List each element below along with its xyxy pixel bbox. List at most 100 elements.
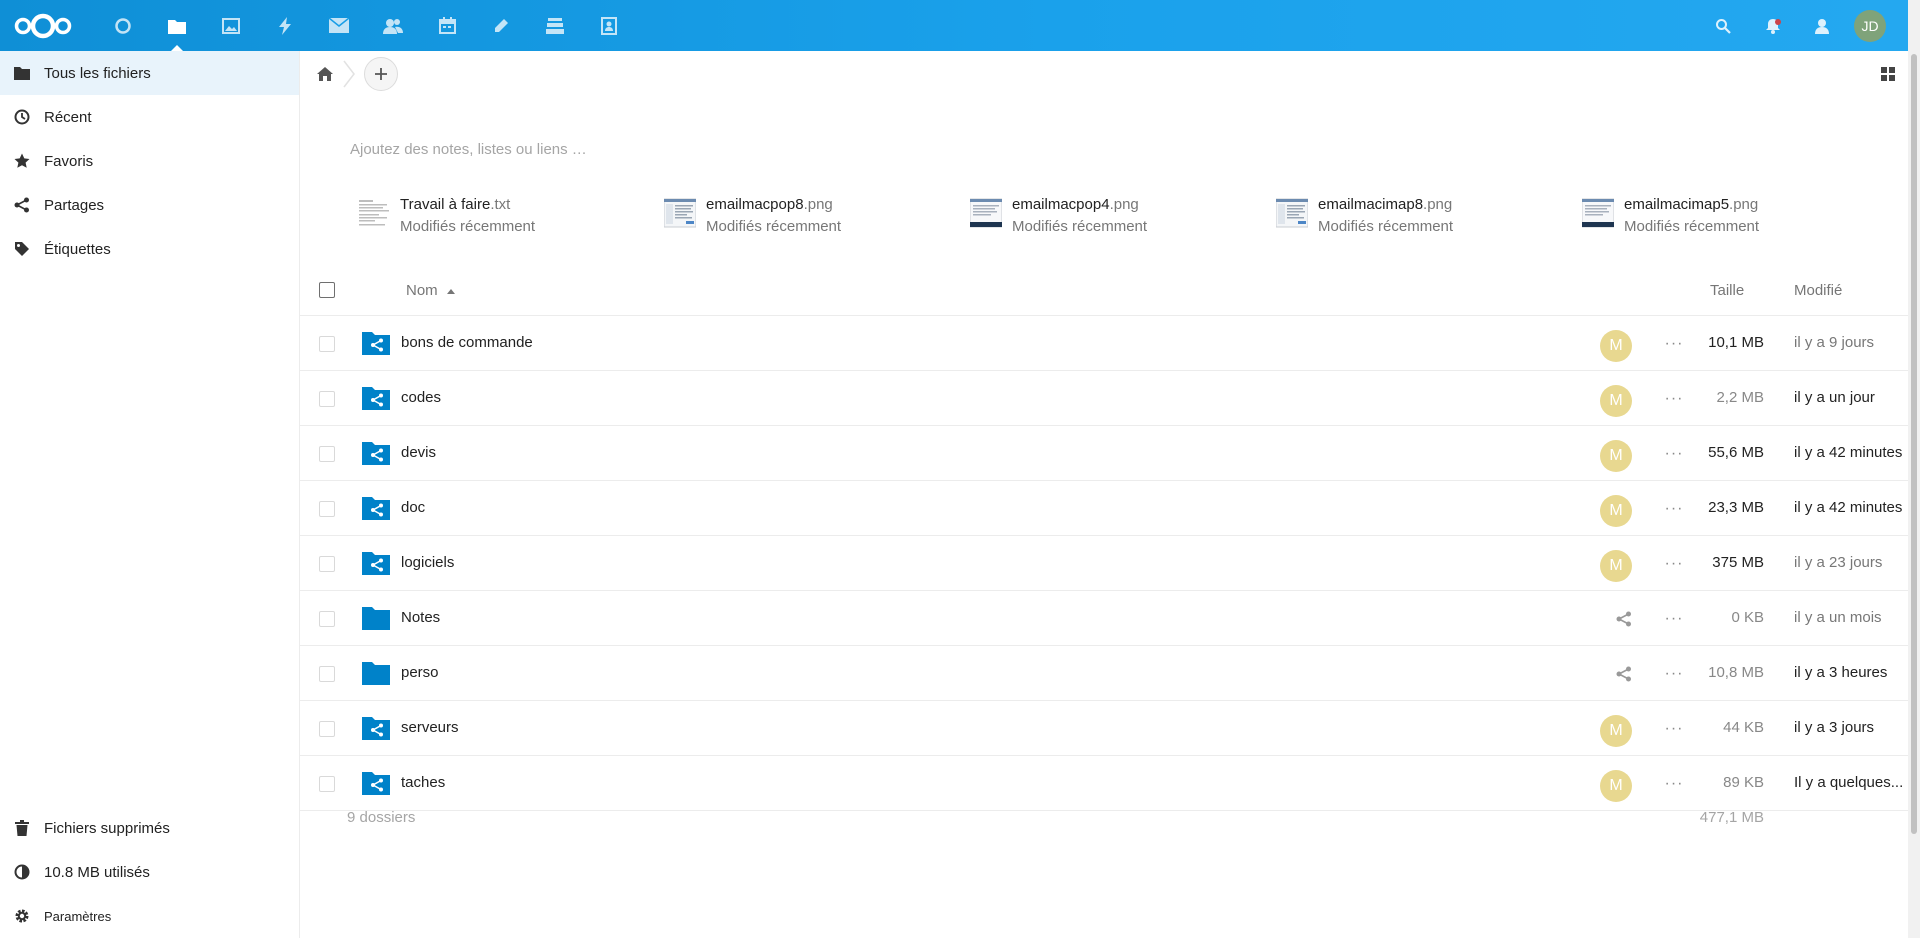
column-header-name[interactable]: Nom [406, 282, 455, 299]
file-name[interactable]: perso [401, 664, 439, 681]
more-actions-icon[interactable]: ··· [1664, 444, 1684, 464]
table-row[interactable]: codes M ··· 2,2 MB il y a un jour [300, 371, 1908, 426]
table-row[interactable]: bons de commande M ··· 10,1 MB il y a 9 jour… [300, 316, 1908, 371]
image-thumbnail-icon [1582, 197, 1614, 229]
file-size: 23,3 MB [1708, 499, 1764, 516]
home-icon[interactable] [314, 63, 336, 85]
sidebar-item-quota[interactable]: 10.8 MB utilisés [0, 850, 299, 894]
nextcloud-logo-icon[interactable] [13, 8, 73, 44]
row-checkbox[interactable] [319, 336, 335, 352]
page-scrollbar[interactable] [1908, 0, 1920, 938]
row-checkbox[interactable] [319, 556, 335, 572]
row-checkbox[interactable] [319, 391, 335, 407]
more-actions-icon[interactable]: ··· [1664, 774, 1684, 794]
file-modified: Il y a quelques... [1794, 774, 1904, 791]
more-actions-icon[interactable]: ··· [1664, 664, 1684, 684]
share-owner-avatar[interactable]: M [1600, 385, 1632, 417]
folder-notes-input[interactable] [350, 141, 950, 158]
user-avatar[interactable]: JD [1854, 9, 1886, 42]
sidebar-item-tags[interactable]: Étiquettes [0, 227, 299, 271]
file-modified: il y a un jour [1794, 389, 1875, 406]
contacts-book-app-icon[interactable] [582, 0, 636, 51]
search-icon[interactable] [1698, 0, 1748, 51]
file-size: 375 MB [1712, 554, 1764, 571]
file-name[interactable]: devis [401, 444, 436, 461]
sidebar-footer: Fichiers supprimés 10.8 MB utilisés Para… [0, 806, 299, 938]
column-header-size[interactable]: Taille [1710, 282, 1744, 299]
file-list-header: Nom Taille Modifié [300, 268, 1908, 316]
files-app-icon[interactable] [150, 0, 204, 51]
recent-file-ext: .png [803, 196, 833, 213]
share-owner-avatar[interactable]: M [1600, 550, 1632, 582]
row-checkbox[interactable] [319, 501, 335, 517]
share-owner-avatar[interactable]: M [1600, 715, 1632, 747]
more-actions-icon[interactable]: ··· [1664, 609, 1684, 629]
scrollbar-thumb[interactable] [1911, 54, 1917, 834]
share-icon[interactable] [1616, 666, 1632, 682]
notifications-bell-icon[interactable] [1748, 0, 1798, 51]
shared-folder-icon [362, 771, 390, 795]
calendar-app-icon[interactable] [420, 0, 474, 51]
table-row[interactable]: perso ··· 10,8 MB il y a 3 heures [300, 646, 1908, 701]
more-actions-icon[interactable]: ··· [1664, 389, 1684, 409]
shared-folder-icon [362, 386, 390, 410]
file-name[interactable]: doc [401, 499, 425, 516]
recent-file-ext: .txt [490, 196, 511, 213]
row-checkbox[interactable] [319, 446, 335, 462]
more-actions-icon[interactable]: ··· [1664, 554, 1684, 574]
file-list: bons de commande M ··· 10,1 MB il y a 9 jour… [300, 316, 1908, 811]
share-owner-avatar[interactable]: M [1600, 440, 1632, 472]
sidebar-item-settings[interactable]: Paramètres [0, 894, 299, 938]
recent-file-item[interactable]: emailmacpop4.png Modifiés récemment [970, 194, 1276, 238]
deck-app-icon[interactable] [528, 0, 582, 51]
table-row[interactable]: Notes ··· 0 KB il y a un mois [300, 591, 1908, 646]
sidebar-item-deleted-files[interactable]: Fichiers supprimés [0, 806, 299, 850]
file-name[interactable]: Notes [401, 609, 440, 626]
share-owner-avatar[interactable]: M [1600, 770, 1632, 802]
share-icon[interactable] [1616, 611, 1632, 627]
share-owner-avatar[interactable]: M [1600, 495, 1632, 527]
add-new-button[interactable] [364, 57, 398, 91]
notes-app-icon[interactable] [474, 0, 528, 51]
share-owner-avatar[interactable]: M [1600, 330, 1632, 362]
row-checkbox[interactable] [319, 666, 335, 682]
row-checkbox[interactable] [319, 721, 335, 737]
mail-app-icon[interactable] [312, 0, 366, 51]
recent-file-item[interactable]: emailmacimap8.png Modifiés récemment [1276, 194, 1582, 238]
file-name[interactable]: codes [401, 389, 441, 406]
sort-ascending-icon [446, 288, 455, 294]
recent-file-item[interactable]: emailmacimap5.png Modifiés récemment [1582, 194, 1888, 238]
dashboard-app-icon[interactable] [96, 0, 150, 51]
more-actions-icon[interactable]: ··· [1664, 719, 1684, 739]
file-size: 89 KB [1723, 774, 1764, 791]
table-row[interactable]: doc M ··· 23,3 MB il y a 42 minutes [300, 481, 1908, 536]
row-checkbox[interactable] [319, 776, 335, 792]
table-row[interactable]: taches M ··· 89 KB Il y a quelques... [300, 756, 1908, 811]
file-name[interactable]: logiciels [401, 554, 454, 571]
activity-app-icon[interactable] [258, 0, 312, 51]
sidebar-item-all-files[interactable]: Tous les fichiers [0, 51, 299, 95]
file-name[interactable]: bons de commande [401, 334, 533, 351]
file-modified: il y a 9 jours [1794, 334, 1875, 351]
recent-file-item[interactable]: Travail à faire.txt Modifiés récemment [358, 194, 664, 238]
sidebar-item-recent[interactable]: Récent [0, 95, 299, 139]
table-row[interactable]: serveurs M ··· 44 KB il y a 3 jours [300, 701, 1908, 756]
column-header-modified[interactable]: Modifié [1794, 282, 1842, 299]
table-row[interactable]: logiciels M ··· 375 MB il y a 23 jours [300, 536, 1908, 591]
photos-app-icon[interactable] [204, 0, 258, 51]
contacts-menu-icon[interactable] [1798, 0, 1848, 51]
table-row[interactable]: devis M ··· 55,6 MB il y a 42 minutes [300, 426, 1908, 481]
select-all-checkbox[interactable] [319, 282, 335, 298]
file-modified: il y a 42 minutes [1794, 499, 1903, 516]
sidebar-item-shares[interactable]: Partages [0, 183, 299, 227]
grid-view-toggle-icon[interactable] [1878, 64, 1898, 84]
more-actions-icon[interactable]: ··· [1664, 499, 1684, 519]
more-actions-icon[interactable]: ··· [1664, 334, 1684, 354]
file-name[interactable]: serveurs [401, 719, 459, 736]
row-checkbox[interactable] [319, 611, 335, 627]
recent-file-item[interactable]: emailmacpop8.png Modifiés récemment [664, 194, 970, 238]
app-menu [96, 0, 636, 51]
sidebar-item-favorites[interactable]: Favoris [0, 139, 299, 183]
file-name[interactable]: taches [401, 774, 445, 791]
contacts-app-icon[interactable] [366, 0, 420, 51]
